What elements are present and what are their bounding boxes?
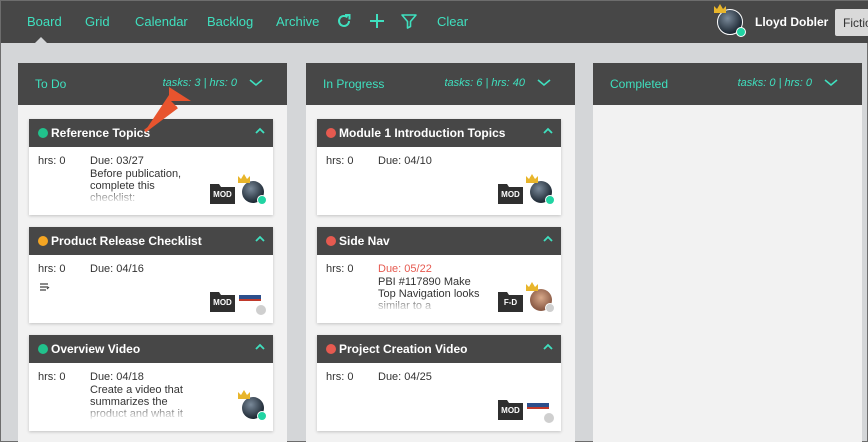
tab-calendar[interactable]: Calendar bbox=[135, 14, 188, 29]
project-select-button[interactable]: Fictio bbox=[835, 9, 868, 36]
column-title: Completed bbox=[610, 77, 669, 91]
chevron-up-icon[interactable] bbox=[255, 343, 265, 351]
card-hours: hrs: 0 bbox=[38, 155, 66, 167]
annotation-arrow-icon bbox=[144, 87, 191, 133]
task-card[interactable]: Project Creation Video hrs: 0 Due: 04/25… bbox=[317, 335, 561, 431]
crown-icon bbox=[526, 282, 538, 291]
card-title[interactable]: Project Creation Video bbox=[339, 342, 467, 356]
user-avatar[interactable] bbox=[714, 4, 746, 37]
offline-status-icon bbox=[545, 303, 555, 313]
chevron-up-icon[interactable] bbox=[543, 127, 553, 135]
offline-status-icon bbox=[256, 305, 266, 315]
card-hours: hrs: 0 bbox=[38, 263, 66, 275]
column-stats: tasks: 6 | hrs: 40 bbox=[444, 77, 525, 89]
chevron-up-icon[interactable] bbox=[543, 343, 553, 351]
assignee-avatar[interactable] bbox=[526, 174, 555, 205]
folder-label: MOD bbox=[501, 190, 520, 199]
card-title[interactable]: Reference Topics bbox=[51, 126, 150, 140]
card-due-date: Due: 04/25 bbox=[378, 371, 432, 383]
column-header: In Progress tasks: 6 | hrs: 40 bbox=[306, 63, 575, 105]
top-bar: Board Grid Calendar Backlog Archive Clea… bbox=[1, 1, 868, 43]
status-green-icon bbox=[38, 128, 48, 138]
card-due-date-overdue: Due: 05/22 bbox=[378, 263, 432, 275]
status-red-icon bbox=[326, 128, 336, 138]
task-card[interactable]: Overview Video hrs: 0 Due: 04/18 Create … bbox=[29, 335, 273, 431]
refresh-icon[interactable] bbox=[335, 12, 353, 30]
card-due-date: Due: 04/10 bbox=[378, 155, 432, 167]
card-header: Project Creation Video bbox=[317, 335, 561, 363]
card-header: Side Nav bbox=[317, 227, 561, 255]
card-due-date: Due: 04/18 bbox=[90, 371, 144, 383]
card-hours: hrs: 0 bbox=[326, 263, 354, 275]
card-hours: hrs: 0 bbox=[38, 371, 66, 383]
card-title[interactable]: Side Nav bbox=[339, 234, 390, 248]
card-description: Before publication, complete this checkl… bbox=[90, 168, 182, 204]
tab-board[interactable]: Board bbox=[27, 14, 62, 29]
folder-label: F-D bbox=[503, 298, 518, 307]
task-card[interactable]: Side Nav hrs: 0 Due: 05/22 PBI #117890 M… bbox=[317, 227, 561, 323]
folder-label: MOD bbox=[213, 190, 232, 199]
task-card[interactable]: Module 1 Introduction Topics hrs: 0 Due:… bbox=[317, 119, 561, 215]
tab-backlog[interactable]: Backlog bbox=[207, 14, 253, 29]
status-yellow-icon bbox=[38, 236, 48, 246]
card-hours: hrs: 0 bbox=[326, 371, 354, 383]
folder-icon[interactable]: MOD bbox=[498, 398, 523, 420]
chevron-up-icon[interactable] bbox=[255, 235, 265, 243]
offline-status-icon bbox=[544, 413, 554, 423]
assignee-avatar[interactable] bbox=[526, 282, 555, 313]
folder-label: MOD bbox=[501, 406, 520, 415]
checklist-icon bbox=[40, 283, 50, 291]
plus-icon[interactable] bbox=[368, 12, 386, 30]
status-red-icon bbox=[326, 344, 336, 354]
chevron-down-icon[interactable] bbox=[249, 77, 263, 87]
column-title: In Progress bbox=[323, 77, 385, 91]
crown-icon bbox=[714, 4, 726, 13]
online-status-icon bbox=[736, 27, 746, 37]
column-stats: tasks: 0 | hrs: 0 bbox=[737, 77, 812, 89]
task-card[interactable]: Product Release Checklist hrs: 0 Due: 04… bbox=[29, 227, 273, 323]
crown-icon bbox=[526, 174, 538, 183]
column-completed: Completed tasks: 0 | hrs: 0 bbox=[593, 63, 862, 442]
card-due-date: Due: 04/16 bbox=[90, 263, 144, 275]
card-hours: hrs: 0 bbox=[326, 155, 354, 167]
card-title[interactable]: Product Release Checklist bbox=[51, 234, 202, 248]
team-logo-icon[interactable] bbox=[239, 295, 261, 305]
folder-icon[interactable]: F-D bbox=[498, 290, 523, 312]
folder-label: MOD bbox=[213, 298, 232, 307]
assignee-avatar[interactable] bbox=[238, 174, 267, 205]
clear-button[interactable]: Clear bbox=[437, 14, 468, 29]
folder-icon[interactable]: MOD bbox=[498, 182, 523, 204]
card-title[interactable]: Module 1 Introduction Topics bbox=[339, 126, 505, 140]
card-due-date: Due: 03/27 bbox=[90, 155, 144, 167]
user-name[interactable]: Lloyd Dobler bbox=[755, 15, 828, 29]
card-title[interactable]: Overview Video bbox=[51, 342, 140, 356]
online-status-icon bbox=[257, 411, 267, 421]
online-status-icon bbox=[545, 195, 555, 205]
chevron-down-icon[interactable] bbox=[537, 77, 551, 87]
active-tab-indicator bbox=[34, 37, 48, 44]
team-logo-icon[interactable] bbox=[527, 403, 549, 413]
card-description: PBI #117890 Make Top Navigation looks si… bbox=[378, 276, 480, 312]
online-status-icon bbox=[257, 195, 267, 205]
card-header: Module 1 Introduction Topics bbox=[317, 119, 561, 147]
tab-archive[interactable]: Archive bbox=[276, 14, 319, 29]
folder-icon[interactable]: MOD bbox=[210, 290, 235, 312]
column-title: To Do bbox=[35, 77, 67, 91]
status-green-icon bbox=[38, 344, 48, 354]
chevron-down-icon[interactable] bbox=[824, 77, 838, 87]
filter-icon[interactable] bbox=[400, 12, 418, 30]
chevron-up-icon[interactable] bbox=[255, 127, 265, 135]
card-header: Product Release Checklist bbox=[29, 227, 273, 255]
crown-icon bbox=[238, 174, 250, 183]
column-in-progress: In Progress tasks: 6 | hrs: 40 Module 1 … bbox=[306, 63, 575, 442]
card-header: Overview Video bbox=[29, 335, 273, 363]
column-header: Completed tasks: 0 | hrs: 0 bbox=[593, 63, 862, 105]
tab-grid[interactable]: Grid bbox=[85, 14, 110, 29]
chevron-up-icon[interactable] bbox=[543, 235, 553, 243]
folder-icon[interactable]: MOD bbox=[210, 182, 235, 204]
crown-icon bbox=[238, 390, 250, 399]
card-description: Create a video that summarizes the produ… bbox=[90, 384, 183, 420]
assignee-avatar[interactable] bbox=[238, 390, 267, 421]
status-red-icon bbox=[326, 236, 336, 246]
